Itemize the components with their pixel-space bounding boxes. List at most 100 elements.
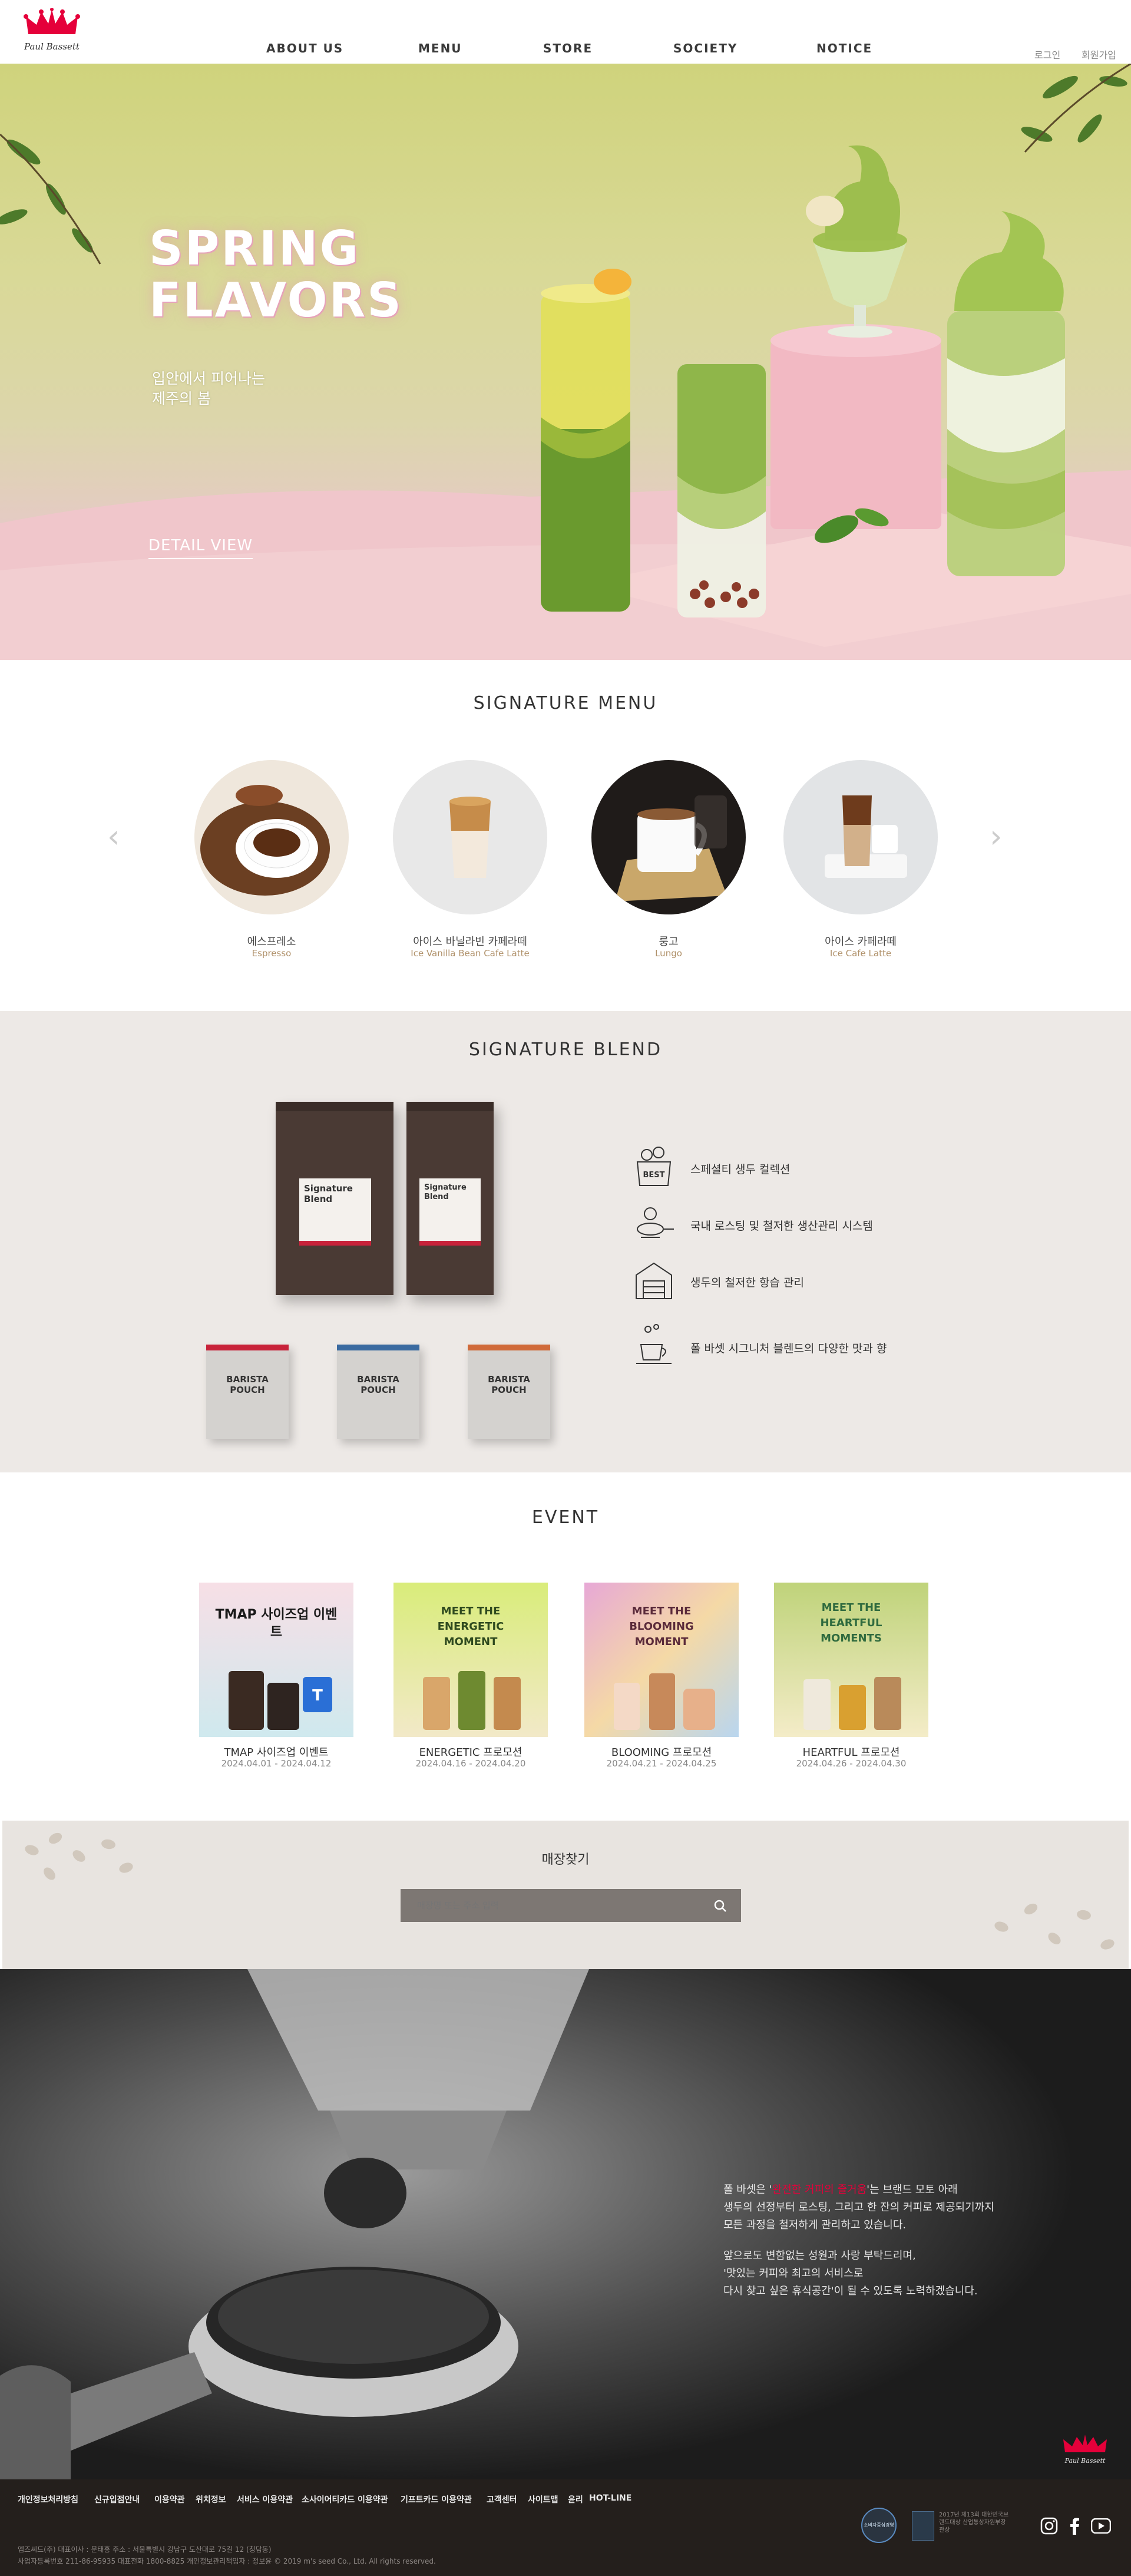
footer-link-sitemap[interactable]: 사이트맵 (528, 2494, 558, 2505)
story-line-2: 생두의 선정부터 로스팅, 그리고 한 잔의 커피로 제공되기까지 (723, 2201, 994, 2214)
hero-title: SPRING FLAVORS (149, 221, 403, 328)
event-card-energetic-banner: MEET THE ENERGETIC MOMENT (437, 1605, 504, 1648)
bag-label-text: Signature Blend (304, 1183, 353, 1204)
menu-item-ice-cafe-latte-image[interactable] (783, 760, 938, 914)
event-tmap-title[interactable]: TMAP 사이즈업 이벤트 (199, 1744, 353, 1759)
bag-label-stripe (419, 1241, 481, 1246)
store-search-input[interactable] (401, 1889, 707, 1922)
signature-blend-section: SIGNATURE BLEND Signature Blend Signatur… (0, 1011, 1131, 1472)
award-badge-2-icon (912, 2511, 934, 2541)
footer-link-terms[interactable]: 이용약관 (154, 2494, 185, 2505)
menu-item-ice-vanilla-image[interactable] (393, 760, 547, 914)
footer-link-gift-card[interactable]: 기프트카드 이용약관 (401, 2494, 472, 2505)
footer-link-hotline[interactable]: HOT-LINE (589, 2494, 631, 2503)
site-footer: 개인정보처리방침 신규입점안내 이용약관 위치정보 서비스 이용약관 소사이어티… (0, 2479, 1131, 2576)
menu-prev-arrow-icon[interactable]: ‹ (107, 818, 120, 855)
store-search-bar (401, 1889, 741, 1922)
menu-item-lungo-image[interactable] (591, 760, 746, 914)
event-card-energetic[interactable]: MEET THE ENERGETIC MOMENT (393, 1583, 548, 1737)
store-finder-section: 매장찾기 (2, 1821, 1129, 1969)
bag-top (406, 1102, 494, 1111)
svg-text:T: T (312, 1687, 323, 1705)
footer-link-society-card[interactable]: 소사이어티카드 이용약관 (302, 2494, 388, 2505)
award-badge-1: 소비자중심경영 (861, 2508, 897, 2543)
event-card-heartful[interactable]: MEET THE HEARTFUL MOMENTS (774, 1583, 928, 1737)
bag-label: Signature Blend (299, 1178, 371, 1246)
event-heartful-title[interactable]: HEARTFUL 프로모션 (774, 1744, 928, 1759)
barista-pouch-2[interactable]: BARISTA POUCH (337, 1345, 419, 1439)
blend-feature-3: 생두의 철저한 항습 관리 (633, 1257, 986, 1302)
blend-feature-4-text: 폴 바셋 시그니처 블렌드의 다양한 맛과 향 (690, 1342, 887, 1355)
footer-link-privacy[interactable]: 개인정보처리방침 (18, 2494, 78, 2505)
event-card-blooming[interactable]: MEET THE BLOOMING MOMENT (584, 1583, 739, 1737)
bag-top (276, 1102, 393, 1111)
warehouse-icon (636, 1262, 672, 1299)
event-card-tmap-banner: TMAP 사이즈업 이벤트 (215, 1607, 338, 1640)
nav-about-us[interactable]: ABOUT US (266, 41, 343, 55)
story-line-1-prefix: 폴 바셋은 ' (723, 2184, 772, 2196)
pouch-stripe (337, 1345, 419, 1350)
youtube-icon[interactable] (1091, 2518, 1111, 2534)
store-finder-title: 매장찾기 (541, 1852, 590, 1867)
nav-menu[interactable]: MENU (418, 41, 462, 55)
hero-banner: SPRING FLAVORS 입안에서 피어나는 제주의 봄 DETAIL VI… (0, 64, 1131, 660)
brand-logo[interactable]: Paul Bassett (24, 8, 80, 57)
blend-feature-2: 국내 로스팅 및 철저한 생산관리 시스템 (633, 1201, 986, 1246)
brand-story-section: 폴 바셋은 '완전한 커피의 즐거움'는 브랜드 모토 아래 생두의 선정부터 … (0, 1969, 1131, 2479)
menu-item-ice-vanilla-name: 아이스 바닐라빈 카페라떼 (413, 936, 527, 948)
footer-link-customer-center[interactable]: 고객센터 (487, 2494, 517, 2505)
detail-view-button[interactable]: DETAIL VIEW (148, 537, 253, 559)
menu-item-espresso-en: Espresso (252, 948, 292, 959)
login-link[interactable]: 로그인 (1034, 47, 1060, 61)
event-energetic-title[interactable]: ENERGETIC 프로모션 (393, 1744, 548, 1759)
story-line-1-suffix: '는 브랜드 모토 아래 (867, 2184, 958, 2196)
menu-item-ice-vanilla-en: Ice Vanilla Bean Cafe Latte (411, 948, 530, 959)
story-line-4: 앞으로도 변함없는 성원과 사랑 부탁드리며, (723, 2250, 916, 2262)
story-line-6: 다시 찾고 싶은 휴식공간'이 될 수 있도록 노력하겠습니다. (723, 2285, 978, 2297)
blend-feature-3-text: 생두의 철저한 항습 관리 (690, 1276, 804, 1289)
footer-link-ethics[interactable]: 윤리 (568, 2494, 583, 2505)
story-line-3: 모든 과정을 철저하게 관리하고 있습니다. (723, 2219, 907, 2231)
event-card-tmap[interactable]: TMAP 사이즈업 이벤트 T (199, 1583, 353, 1737)
best-badge-icon: BEST (636, 1147, 672, 1186)
blend-feature-1-text: 스페셜티 생두 컬렉션 (690, 1163, 791, 1176)
event-blooming-title[interactable]: BLOOMING 프로모션 (584, 1744, 739, 1759)
site-header: Paul Bassett ABOUT US MENU STORE SOCIETY… (0, 0, 1131, 64)
join-link[interactable]: 회원가입 (1082, 47, 1116, 61)
event-blooming-date: 2024.04.21 - 2024.04.25 (606, 1758, 717, 1769)
hero-illustration (0, 64, 1131, 660)
menu-item-espresso-image[interactable] (194, 760, 349, 914)
event-heartful-date: 2024.04.26 - 2024.04.30 (796, 1758, 907, 1769)
facebook-icon[interactable] (1069, 2517, 1080, 2535)
nav-society[interactable]: SOCIETY (673, 41, 738, 55)
coffee-bag-small[interactable]: Signature Blend (406, 1102, 494, 1295)
event-card-heartful-art (803, 1677, 901, 1730)
hero-subtitle: 입안에서 피어나는 제주의 봄 (152, 370, 265, 407)
nav-notice[interactable]: NOTICE (816, 41, 872, 55)
award-badge-2-text: 2017년 제13회 대한민국브랜드대상 산업통상자원부장관상 (939, 2512, 1009, 2534)
story-highlight: 완전한 커피의 즐거움 (772, 2184, 867, 2196)
coffee-bag-large[interactable]: Signature Blend (276, 1102, 393, 1295)
footer-link-service-terms[interactable]: 서비스 이용약관 (237, 2494, 293, 2505)
event-card-energetic-art (423, 1671, 521, 1730)
svg-text:Paul Bassett: Paul Bassett (24, 41, 80, 52)
search-icon[interactable] (714, 1900, 727, 1913)
signature-menu-title: SIGNATURE MENU (473, 693, 658, 714)
pouch-label: BARISTA POUCH (357, 1374, 399, 1395)
barista-pouch-1[interactable]: BARISTA POUCH (206, 1345, 289, 1439)
nav-store[interactable]: STORE (543, 41, 593, 55)
menu-next-arrow-icon[interactable]: › (990, 818, 1003, 855)
menu-item-lungo-name: 룽고 (659, 936, 679, 948)
story-line-1: 폴 바셋은 '완전한 커피의 즐거움'는 브랜드 모토 아래 (723, 2181, 1077, 2199)
footer-legal-info: 사업자등록번호 211-86-95935 대표전화 1800-8825 개인정보… (18, 2557, 436, 2565)
footer-link-location[interactable]: 위치정보 (196, 2494, 226, 2505)
event-energetic-date: 2024.04.16 - 2024.04.20 (415, 1758, 526, 1769)
blend-feature-4: 폴 바셋 시그니처 블렌드의 다양한 맛과 향 (633, 1323, 986, 1368)
footer-link-store-open[interactable]: 신규입점안내 (94, 2494, 140, 2505)
event-card-blooming-banner: MEET THE BLOOMING MOMENT (629, 1605, 694, 1648)
event-title: EVENT (531, 1507, 600, 1528)
instagram-icon[interactable] (1040, 2517, 1058, 2535)
barista-pouch-3[interactable]: BARISTA POUCH (468, 1345, 550, 1439)
svg-text:Paul Bassett: Paul Bassett (1064, 2457, 1106, 2465)
coffee-cup-icon (636, 1324, 672, 1364)
